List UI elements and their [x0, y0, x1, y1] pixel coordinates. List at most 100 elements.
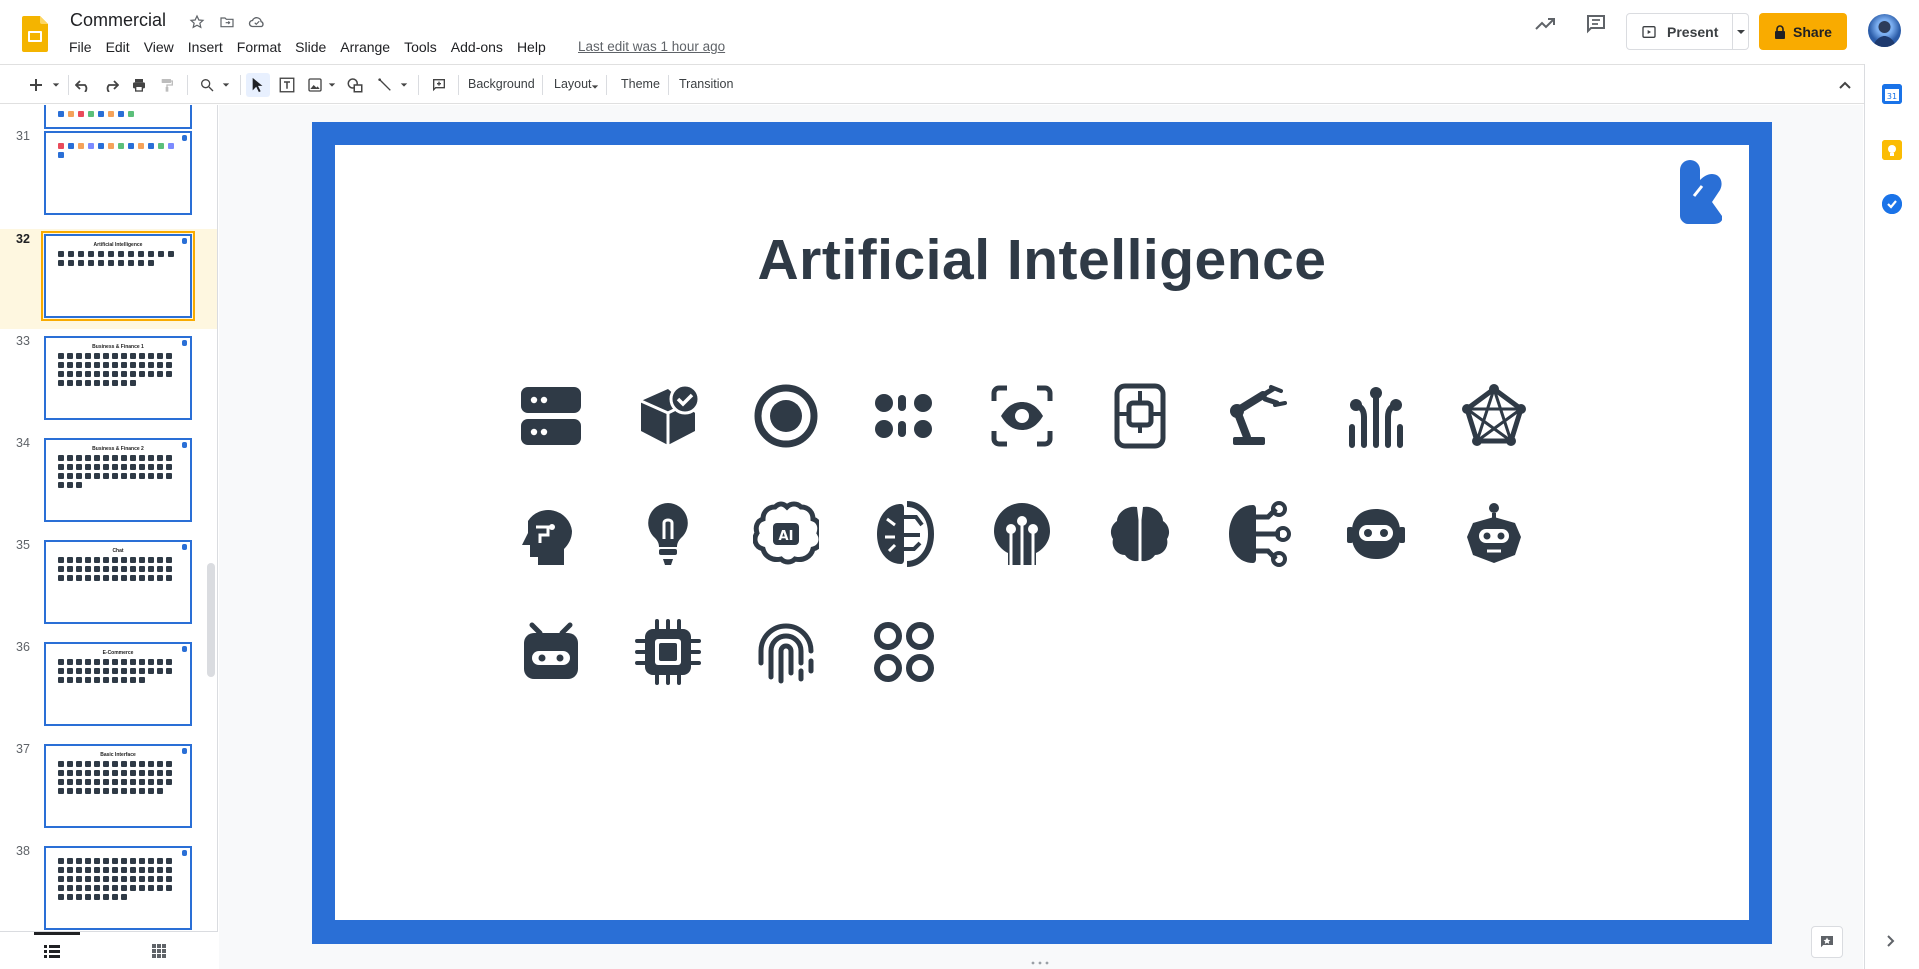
calendar-icon[interactable]: 31: [1882, 84, 1902, 104]
slide-filmstrip[interactable]: 31 32 Artificial Intelligence 33 Busines…: [0, 105, 218, 931]
robot-head-icon[interactable]: [1461, 501, 1527, 567]
new-slide-button[interactable]: [26, 73, 46, 97]
robot-arm-icon[interactable]: [1225, 383, 1291, 449]
comments-icon[interactable]: [1584, 12, 1608, 41]
shape-tool[interactable]: [344, 73, 366, 97]
slide-thumbnail-34[interactable]: Business & Finance 2: [44, 438, 192, 522]
cpu-chip-icon[interactable]: [635, 619, 701, 685]
share-button[interactable]: Share: [1759, 13, 1847, 50]
image-dropdown[interactable]: [326, 73, 338, 97]
menu-view[interactable]: View: [137, 38, 181, 56]
slide-number: 34: [16, 436, 30, 450]
slide-thumbnail-31[interactable]: [44, 131, 192, 215]
phone-chip-icon[interactable]: [1107, 383, 1173, 449]
zoom-button[interactable]: [196, 73, 218, 97]
network-star-icon[interactable]: [1461, 383, 1527, 449]
tasks-icon[interactable]: [1882, 194, 1902, 214]
fingerprint-icon[interactable]: [753, 619, 819, 685]
record-icon[interactable]: [753, 383, 819, 449]
select-tool[interactable]: [246, 73, 270, 97]
star-icon[interactable]: [187, 12, 207, 32]
redo-button[interactable]: [100, 73, 122, 97]
zoom-dropdown[interactable]: [220, 73, 232, 97]
cloud-status-icon[interactable]: [247, 12, 267, 32]
line-tool[interactable]: [374, 73, 396, 97]
slide-thumbnail-38[interactable]: [44, 846, 192, 930]
share-label: Share: [1793, 23, 1832, 40]
menu-edit[interactable]: Edit: [99, 38, 137, 56]
slide-thumbnail-32[interactable]: Artificial Intelligence: [41, 231, 195, 321]
menu-insert[interactable]: Insert: [181, 38, 230, 56]
chevron-down-icon[interactable]: [591, 83, 599, 91]
undo-button[interactable]: [72, 73, 94, 97]
slide-number: 36: [16, 640, 30, 654]
slide-thumbnail-37[interactable]: Basic Interface: [44, 744, 192, 828]
avatar[interactable]: [1868, 14, 1901, 47]
menu-help[interactable]: Help: [510, 38, 553, 56]
brain-icon[interactable]: [1107, 501, 1173, 567]
active-view-indicator: [34, 932, 80, 935]
background-button[interactable]: Background: [468, 77, 535, 91]
move-folder-icon[interactable]: [217, 12, 237, 32]
head-profile-icon[interactable]: [518, 501, 584, 567]
document-title[interactable]: Commercial: [70, 10, 166, 31]
robot-face-icon[interactable]: [1343, 501, 1409, 567]
slide-thumbnail-33[interactable]: Business & Finance 1: [44, 336, 192, 420]
cursor-icon: [252, 77, 263, 93]
menu-file[interactable]: File: [62, 38, 99, 56]
present-dropdown[interactable]: [1733, 27, 1748, 37]
list-view-icon: [44, 945, 60, 958]
line-icon: [378, 78, 391, 91]
head-circuit-icon[interactable]: [989, 501, 1055, 567]
slide-thumbnail-35[interactable]: Chat: [44, 540, 192, 624]
menu-addons[interactable]: Add-ons: [444, 38, 510, 56]
text-box-tool[interactable]: [276, 73, 298, 97]
collapse-toolbar-button[interactable]: [1834, 73, 1856, 97]
transition-button[interactable]: Transition: [679, 77, 733, 91]
dots-grid-icon[interactable]: [871, 383, 937, 449]
last-edit-link[interactable]: Last edit was 1 hour ago: [578, 39, 725, 54]
print-button[interactable]: [128, 73, 150, 97]
lightbulb-icon[interactable]: [635, 501, 701, 567]
four-circles-icon[interactable]: [871, 619, 937, 685]
comment-button[interactable]: [428, 73, 450, 97]
server-icon[interactable]: [518, 383, 584, 449]
theme-button[interactable]: Theme: [621, 77, 660, 91]
new-slide-dropdown[interactable]: [50, 73, 62, 97]
line-dropdown[interactable]: [398, 73, 410, 97]
present-icon: [1642, 25, 1656, 38]
keep-icon[interactable]: [1882, 140, 1902, 160]
slide-thumbnail-36[interactable]: E-Commerce: [44, 642, 192, 726]
eye-scan-icon[interactable]: [989, 383, 1055, 449]
image-tool[interactable]: [304, 73, 326, 97]
ai-brain-icon[interactable]: AI: [752, 501, 824, 567]
present-button[interactable]: Present: [1626, 13, 1749, 50]
menu-slide[interactable]: Slide: [288, 38, 333, 56]
slide-thumbnail-30[interactable]: [44, 105, 192, 129]
drag-handle-icon[interactable]: [1030, 961, 1050, 965]
menu-format[interactable]: Format: [230, 38, 288, 56]
menu-tools[interactable]: Tools: [397, 38, 444, 56]
filmstrip-scrollbar[interactable]: [207, 563, 215, 677]
robot-box-icon[interactable]: [518, 619, 584, 685]
brain-nodes-icon[interactable]: [1225, 501, 1291, 567]
grid-view-button[interactable]: [152, 944, 166, 963]
lock-icon: [1775, 24, 1786, 39]
filmstrip-view-button[interactable]: [44, 944, 60, 963]
explore-button[interactable]: [1811, 926, 1843, 958]
shapes-icon: [347, 78, 363, 93]
explore-icon: [1821, 936, 1833, 948]
neural-tree-icon[interactable]: [1343, 383, 1409, 449]
slide[interactable]: Artificial Intelligence AI: [335, 145, 1749, 920]
slides-logo-icon[interactable]: [22, 16, 48, 52]
paint-format-button[interactable]: [156, 73, 178, 97]
brain-circuit-icon[interactable]: [871, 501, 937, 567]
app-header: Commercial File Edit View Insert Format …: [0, 0, 1919, 64]
chevron-down-icon: [400, 83, 408, 87]
activity-icon[interactable]: [1533, 12, 1557, 41]
layout-button[interactable]: Layout: [554, 77, 592, 91]
slide-title[interactable]: Artificial Intelligence: [335, 227, 1749, 293]
expand-panel-button[interactable]: [1887, 934, 1895, 952]
menu-arrange[interactable]: Arrange: [333, 38, 397, 56]
cube-check-icon[interactable]: [635, 383, 701, 449]
